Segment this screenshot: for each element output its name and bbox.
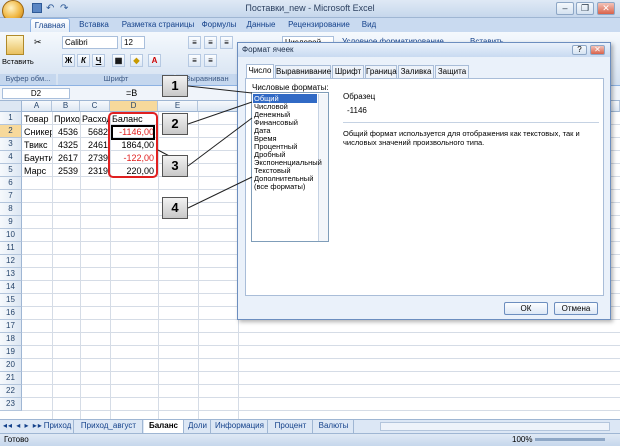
callout-2: 2 <box>162 113 188 135</box>
callout-lines <box>157 85 253 209</box>
callout-line-3a <box>187 117 253 167</box>
callout-line-4 <box>187 176 253 209</box>
callout-line-1 <box>187 85 253 94</box>
callout-1: 1 <box>162 75 188 97</box>
callout-line-2 <box>187 101 253 125</box>
callout-4: 4 <box>162 197 188 219</box>
callout-3: 3 <box>162 155 188 177</box>
